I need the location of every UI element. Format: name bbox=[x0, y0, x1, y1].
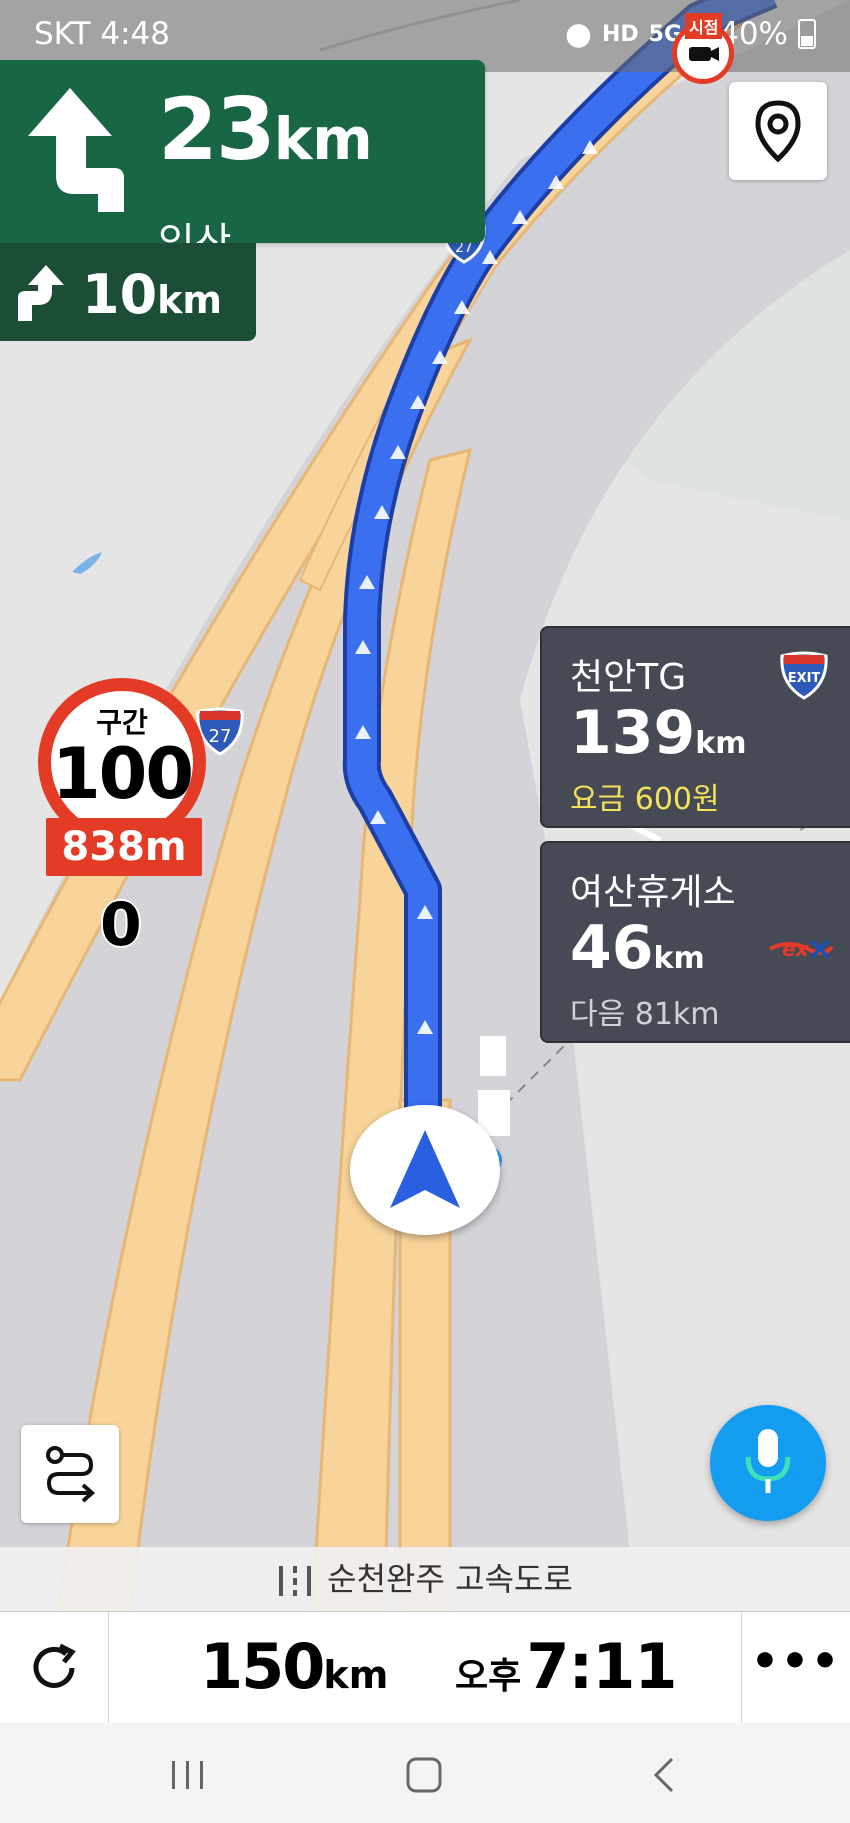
more-button[interactable]: ••• bbox=[741, 1612, 850, 1724]
reroute-button[interactable] bbox=[0, 1612, 109, 1724]
refresh-icon bbox=[33, 1643, 76, 1688]
road-icon bbox=[279, 1566, 312, 1596]
trip-summary-bar: 150km 오후 7:11 ••• bbox=[0, 1611, 850, 1724]
recent-apps-icon[interactable] bbox=[158, 1753, 218, 1797]
camera-label: 시점 bbox=[685, 13, 723, 39]
my-location-button[interactable] bbox=[729, 82, 827, 180]
rest-area-card[interactable]: 여산휴게소 ex 46km 다음 81km bbox=[540, 841, 850, 1043]
toll-fee: 요금 600원 bbox=[570, 782, 720, 817]
eta-time: 7:11 bbox=[526, 1630, 677, 1703]
toll-gate-card[interactable]: 천안TG EXIT 139km 요금 600원 bbox=[540, 626, 850, 828]
speed-limit-widget: 구간 100 838m 0 bbox=[38, 678, 206, 960]
turn-guidance-panel[interactable]: 23km 익산 bbox=[0, 60, 485, 263]
svg-text:27: 27 bbox=[209, 726, 232, 747]
location-pin-icon bbox=[755, 100, 801, 162]
svg-text:ex: ex bbox=[782, 937, 810, 961]
camera-icon bbox=[689, 47, 719, 61]
next-turn-unit: km bbox=[157, 278, 223, 322]
ex-logo-icon: ex bbox=[769, 937, 834, 961]
location-icon: ● bbox=[564, 16, 592, 52]
turn-right-icon bbox=[18, 265, 64, 321]
card-unit: km bbox=[653, 941, 705, 976]
card-name: 여산휴게소 bbox=[570, 872, 736, 913]
system-nav-bar bbox=[0, 1723, 850, 1823]
next-turn-panel[interactable]: 10km bbox=[0, 243, 256, 341]
svg-text:EXIT: EXIT bbox=[788, 671, 821, 686]
next-turn-distance: 10 bbox=[82, 263, 158, 326]
voice-search-button[interactable] bbox=[710, 1405, 826, 1521]
remaining-distance: 150 bbox=[200, 1630, 325, 1703]
home-icon[interactable] bbox=[394, 1753, 454, 1797]
road-name: 순천완주 고속도로 bbox=[327, 1560, 573, 1598]
hd-voice-icon: HD bbox=[601, 21, 639, 47]
guidance-distance: 23 bbox=[158, 80, 276, 180]
camera-marker: 시점 bbox=[672, 13, 734, 84]
next-rest-area: 다음 81km bbox=[570, 997, 720, 1032]
current-speed: 0 bbox=[100, 890, 142, 960]
exit-icon: EXIT bbox=[780, 651, 828, 700]
back-icon[interactable] bbox=[634, 1753, 694, 1797]
card-unit: km bbox=[695, 726, 747, 761]
speed-limit-value: 100 bbox=[51, 733, 194, 815]
battery-icon bbox=[798, 19, 816, 49]
card-name: 천안TG bbox=[570, 657, 687, 698]
carrier-time: SKT 4:48 bbox=[34, 16, 171, 52]
guidance-unit: km bbox=[273, 105, 373, 173]
turn-left-icon bbox=[28, 88, 124, 212]
route-options-button[interactable] bbox=[21, 1425, 119, 1523]
route-icon bbox=[46, 1446, 96, 1503]
current-position-marker bbox=[350, 1105, 500, 1235]
eta-period: 오후 bbox=[455, 1656, 522, 1697]
microphone-icon bbox=[745, 1429, 791, 1493]
road-name-bar: 순천완주 고속도로 bbox=[0, 1547, 850, 1611]
navigation-arrow-icon bbox=[390, 1130, 460, 1208]
section-remaining: 838m bbox=[46, 818, 202, 876]
card-distance: 46 bbox=[570, 913, 654, 983]
remaining-unit: km bbox=[323, 1653, 389, 1697]
card-distance: 139 bbox=[570, 698, 696, 768]
